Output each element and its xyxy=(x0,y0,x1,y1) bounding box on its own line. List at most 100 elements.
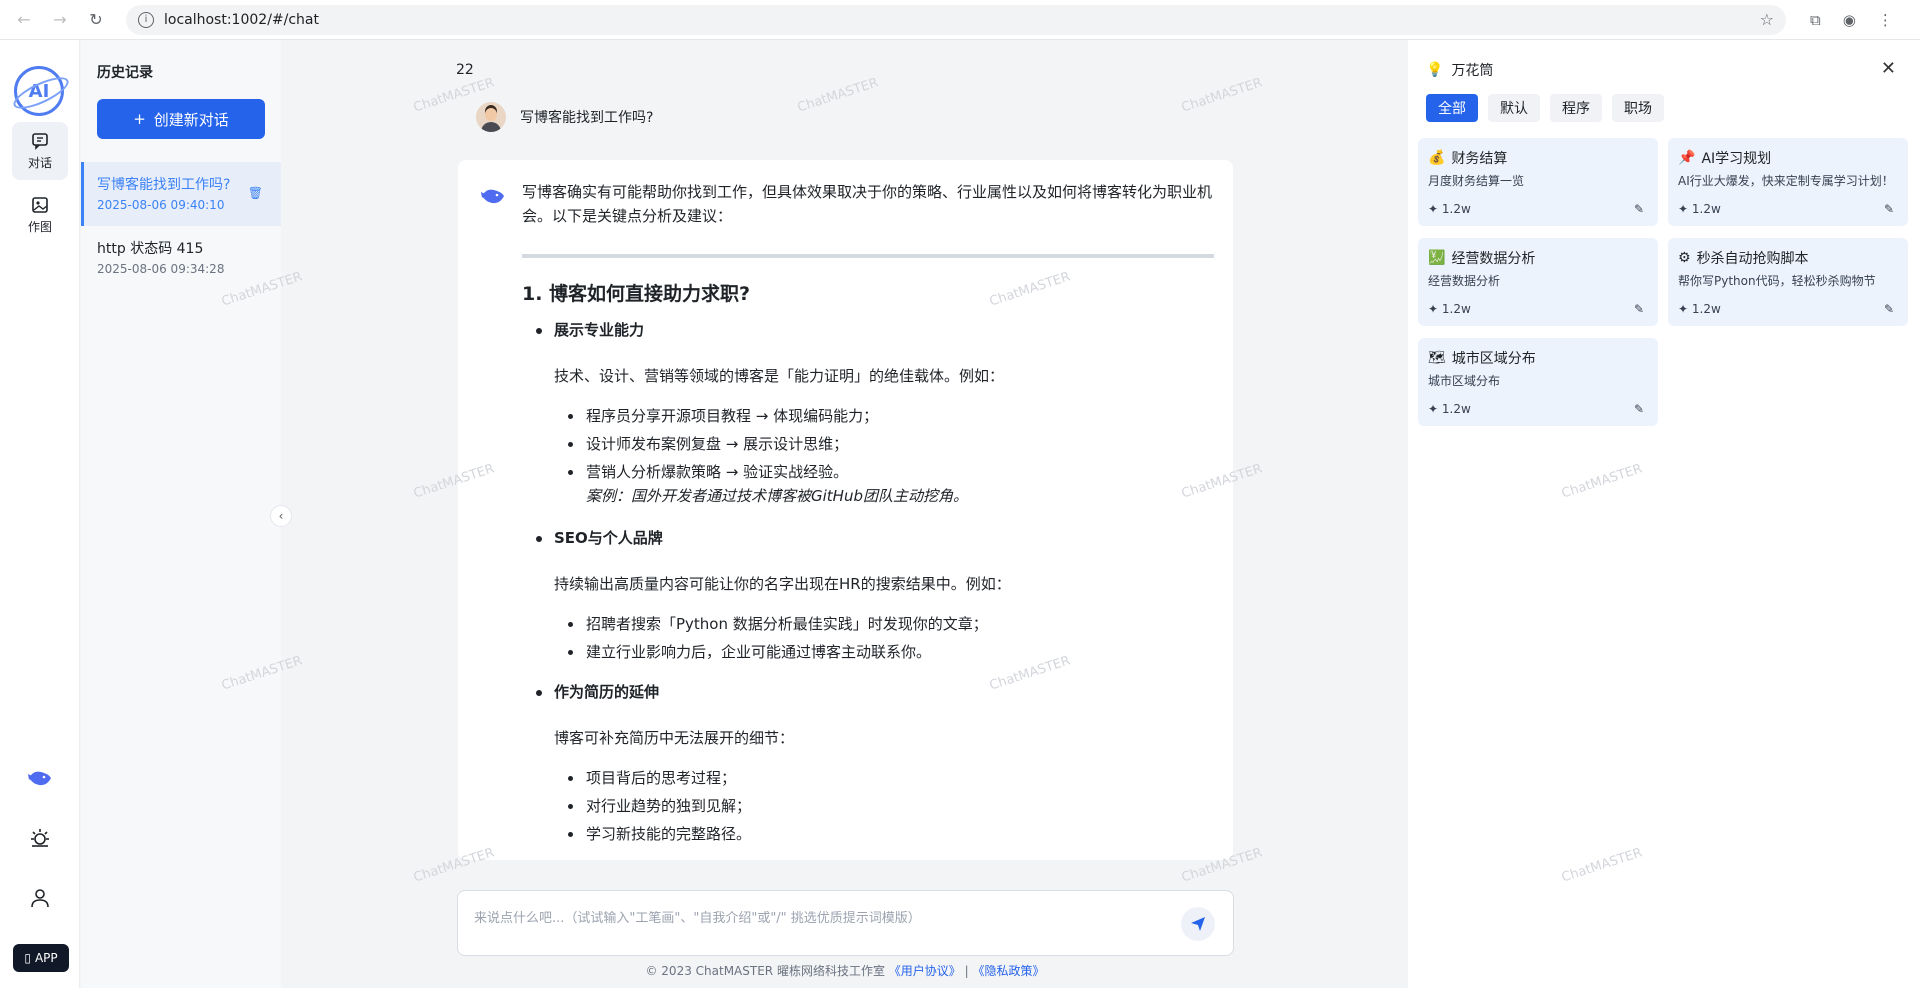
extensions-icon[interactable]: ⧉ xyxy=(1810,11,1821,29)
send-icon xyxy=(1191,917,1205,931)
chat-input-box xyxy=(457,890,1234,956)
edit-icon[interactable]: ✎ xyxy=(1884,302,1894,316)
plus-icon: + xyxy=(133,110,146,128)
history-item-title: 写博客能找到工作吗? xyxy=(97,177,231,193)
prompt-tabs: 全部 默认 程序 职场 xyxy=(1426,94,1664,122)
icon-rail: AI 对话 作图 ▯ APP xyxy=(0,40,80,988)
fire-icon: ✦ xyxy=(1428,402,1442,416)
app-button-label: APP xyxy=(34,951,58,965)
card-count: 1.2w xyxy=(1441,402,1471,416)
history-item-date: 2025-08-06 09:34:28 xyxy=(97,262,225,276)
image-icon xyxy=(32,196,48,213)
url-text[interactable]: localhost:1002/#/chat xyxy=(164,12,1760,28)
card-desc: 月度财务结算一览 xyxy=(1428,174,1525,188)
chat-bubble-icon xyxy=(32,132,48,150)
back-icon[interactable]: ← xyxy=(12,8,36,32)
lightbulb-icon: 💡 xyxy=(1426,62,1444,78)
assistant-answer: 写博客确实有可能帮助你找到工作，但具体效果取决于你的策略、行业属性以及如何将博客… xyxy=(458,160,1233,860)
bot-whale-icon xyxy=(480,186,506,211)
list-item: 学习新技能的完整路径。 xyxy=(554,822,1214,846)
new-chat-label: 创建新对话 xyxy=(153,110,229,129)
card-emoji-icon: ⚙ xyxy=(1678,250,1691,266)
history-item[interactable]: 写博客能找到工作吗? 2025-08-06 09:40:10 🗑 xyxy=(81,162,281,226)
card-emoji-icon: 🗺 xyxy=(1428,350,1446,366)
tab-workplace[interactable]: 职场 xyxy=(1612,94,1664,122)
avatar xyxy=(476,102,506,132)
prompt-card[interactable]: ⚙ 秒杀自动抢购脚本 帮你写Python代码，轻松秒杀购物节 ✦ 1.2w ✎ xyxy=(1668,238,1908,326)
prompt-card[interactable]: 💹 经营数据分析 经营数据分析 ✦ 1.2w ✎ xyxy=(1418,238,1658,326)
collapse-history-button[interactable]: ‹ xyxy=(270,505,292,527)
edit-icon[interactable]: ✎ xyxy=(1634,302,1644,316)
prompt-card[interactable]: 🗺 城市区域分布 城市区域分布 ✦ 1.2w ✎ xyxy=(1418,338,1658,426)
site-info-icon[interactable]: i xyxy=(138,11,154,28)
chat-input[interactable] xyxy=(474,911,1164,926)
user-agreement-link[interactable]: 《用户协议》 xyxy=(889,964,961,978)
rail-item-label: 对话 xyxy=(27,155,52,170)
tab-program[interactable]: 程序 xyxy=(1550,94,1602,122)
prompt-card[interactable]: 📌 AI学习规划 AI行业大爆发，快来定制专属学习计划！ ✦ 1.2w ✎ xyxy=(1668,138,1908,226)
history-panel: 历史记录 + 创建新对话 写博客能找到工作吗? 2025-08-06 09:40… xyxy=(81,40,281,988)
chat-main: 22 写博客能找到工作吗? 写博客确实有可能帮助你找到工作，但具体效果取决于你的… xyxy=(282,40,1408,988)
list-item: 程序员分享开源项目教程 → 体现编码能力； xyxy=(554,404,1214,428)
list-item: 对行业趋势的独到见解； xyxy=(554,794,1214,818)
card-title: 城市区域分布 xyxy=(1451,351,1536,367)
rail-item-draw[interactable]: 作图 xyxy=(12,186,68,244)
card-title: 经营数据分析 xyxy=(1451,251,1536,267)
new-chat-button[interactable]: + 创建新对话 xyxy=(97,99,265,139)
rail-item-label: 作图 xyxy=(27,219,52,234)
send-button[interactable] xyxy=(1181,907,1215,941)
footer-separator: | xyxy=(964,964,969,978)
fire-icon: ✦ xyxy=(1428,202,1442,216)
list-item: 招聘者搜索「Python 数据分析最佳实践」时发现你的文章； xyxy=(554,612,1214,636)
browser-menu-icon[interactable]: ⋮ xyxy=(1878,11,1893,29)
address-bar[interactable]: i localhost:1002/#/chat ☆ xyxy=(126,4,1786,35)
trash-icon[interactable]: 🗑 xyxy=(248,186,263,200)
user-icon[interactable] xyxy=(0,886,80,910)
card-count: 1.2w xyxy=(1441,202,1471,216)
tab-all[interactable]: 全部 xyxy=(1426,94,1478,122)
close-icon[interactable]: ✕ xyxy=(1881,58,1896,79)
profile-icon[interactable]: ◉ xyxy=(1843,11,1856,29)
card-emoji-icon: 💰 xyxy=(1428,150,1446,166)
privacy-link[interactable]: 《隐私政策》 xyxy=(973,964,1045,978)
list-item: 营销人分析爆款策略 → 验证实战经验。 xyxy=(554,460,1214,484)
card-emoji-icon: 📌 xyxy=(1678,150,1696,166)
browser-toolbar: ← → ↻ i localhost:1002/#/chat ☆ ⧉ ◉ ⋮ xyxy=(0,0,1920,40)
tab-default[interactable]: 默认 xyxy=(1488,94,1540,122)
reload-icon[interactable]: ↻ xyxy=(84,8,108,32)
edit-icon[interactable]: ✎ xyxy=(1634,202,1644,216)
edit-icon[interactable]: ✎ xyxy=(1634,402,1644,416)
footer-copyright: © 2023 ChatMASTER 曜栋网络科技工作室 xyxy=(645,964,885,978)
prompt-panel: 💡 万花筒 ✕ 全部 默认 程序 职场 💰 财务结算 月度财务结算一览 ✦ 1.2… xyxy=(1408,40,1920,988)
card-desc: AI行业大爆发，快来定制专属学习计划！ xyxy=(1678,174,1894,188)
fire-icon: ✦ xyxy=(1678,202,1692,216)
history-item[interactable]: http 状态码 415 2025-08-06 09:34:28 xyxy=(81,226,281,290)
user-message-text: 写博客能找到工作吗? xyxy=(520,110,654,126)
section-desc: 博客可补充简历中无法展开的细节： xyxy=(554,729,795,747)
bot-whale-icon[interactable] xyxy=(0,768,80,788)
list-item: 建立行业影响力后，企业可能通过博客主动联系你。 xyxy=(554,640,1214,664)
footer: © 2023 ChatMASTER 曜栋网络科技工作室 《用户协议》 | 《隐私… xyxy=(282,962,1408,979)
app-logo[interactable]: AI xyxy=(14,66,64,116)
section-desc: 持续输出高质量内容可能让你的名字出现在HR的搜索结果中。例如： xyxy=(554,575,1011,593)
card-desc: 经营数据分析 xyxy=(1428,274,1501,288)
rail-item-chat[interactable]: 对话 xyxy=(12,122,68,180)
prompt-card[interactable]: 💰 财务结算 月度财务结算一览 ✦ 1.2w ✎ xyxy=(1418,138,1658,226)
history-item-title: http 状态码 415 xyxy=(97,241,204,257)
card-desc: 帮你写Python代码，轻松秒杀购物节 xyxy=(1678,274,1876,288)
prompt-panel-header: 💡 万花筒 xyxy=(1426,60,1493,80)
prompt-panel-title: 万花筒 xyxy=(1451,63,1494,79)
card-title: AI学习规划 xyxy=(1701,151,1772,167)
forward-icon[interactable]: → xyxy=(48,8,72,32)
example-text: 案例：国外开发者通过技术博客被GitHub团队主动挖角。 xyxy=(586,487,968,505)
app-download-button[interactable]: ▯ APP xyxy=(13,944,69,972)
theme-toggle-icon[interactable] xyxy=(0,826,80,850)
bookmark-star-icon[interactable]: ☆ xyxy=(1760,10,1774,29)
card-count: 1.2w xyxy=(1691,202,1721,216)
card-title: 秒杀自动抢购脚本 xyxy=(1696,251,1809,267)
answer-intro: 写博客确实有可能帮助你找到工作，但具体效果取决于你的策略、行业属性以及如何将博客… xyxy=(522,183,1213,225)
fire-icon: ✦ xyxy=(1428,302,1442,316)
edit-icon[interactable]: ✎ xyxy=(1884,202,1894,216)
section-title: SEO与个人品牌 xyxy=(554,529,663,547)
phone-icon: ▯ xyxy=(24,951,31,965)
